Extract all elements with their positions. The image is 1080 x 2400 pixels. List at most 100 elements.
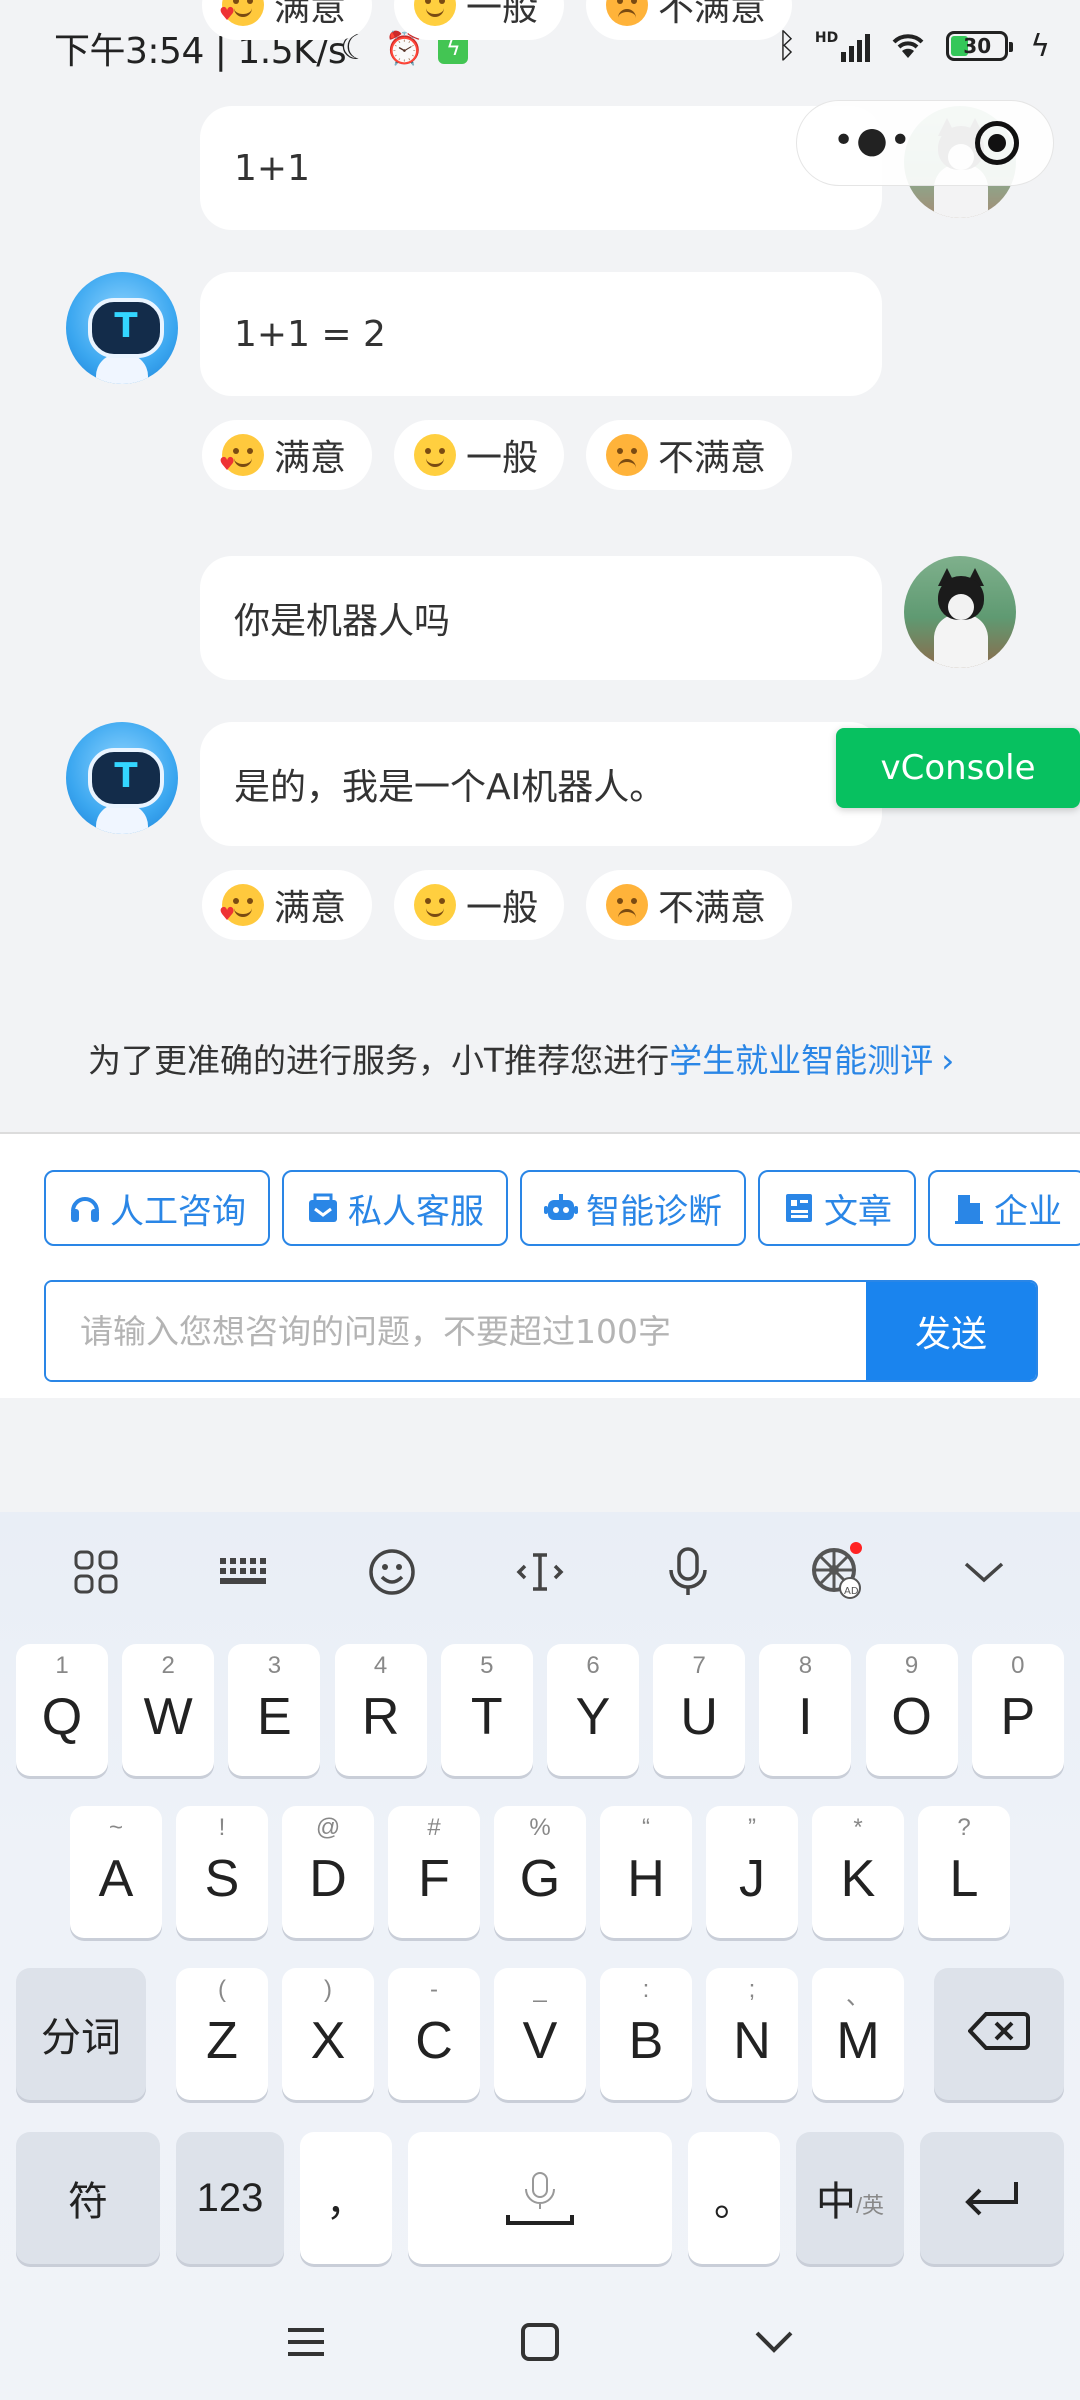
rating-unsatisfied-button[interactable]: 不满意	[586, 420, 793, 490]
key-u[interactable]: 7U	[653, 1644, 746, 1776]
quick-action-human-consult[interactable]: 人工咨询	[44, 1170, 270, 1246]
key-label: L	[949, 1850, 979, 1908]
soft-keyboard: AD 1Q2W3E4R5T6Y7U8I9O0P ~ A! S @ D # F% G “H” J * K…	[0, 1512, 1080, 2400]
period-key[interactable]: 。	[688, 2132, 780, 2264]
key-secondary-label: ;	[748, 1976, 756, 2003]
user-avatar[interactable]	[904, 556, 1016, 668]
key-j[interactable]: ” J	[706, 1806, 798, 1938]
key-label: Y	[575, 1688, 611, 1746]
key-label: A	[98, 1850, 134, 1908]
quick-actions-bar[interactable]: 人工咨询 私人客服 智能诊断 文章 企业	[44, 1170, 1080, 1246]
chevron-right-icon[interactable]: ›	[941, 1041, 954, 1080]
numbers-key[interactable]: 123	[176, 2132, 284, 2264]
user-message-bubble: 你是机器人吗	[200, 556, 882, 680]
rating-satisfied-button[interactable]: ♥ 满意	[202, 420, 373, 490]
apps-grid-icon[interactable]	[66, 1542, 126, 1602]
ferris-wheel-ad-icon[interactable]: AD	[806, 1542, 866, 1602]
key-secondary-label: 1	[55, 1652, 69, 1679]
segment-key[interactable]: 分词	[16, 1968, 146, 2100]
key-a[interactable]: ~ A	[70, 1806, 162, 1938]
quick-action-private-service[interactable]: 私人客服	[282, 1170, 508, 1246]
rating-satisfied-button[interactable]: ♥ 满意	[202, 870, 373, 940]
bot-message-bubble: 1+1 = 2	[200, 272, 882, 396]
quick-action-enterprise[interactable]: 企业	[928, 1170, 1080, 1246]
key-z[interactable]: (Z	[176, 1968, 268, 2100]
key-label: P	[1000, 1688, 1036, 1746]
back-chevron-icon[interactable]	[744, 2312, 804, 2372]
key-secondary-label: @	[315, 1814, 341, 1841]
satisfied-emoji-icon: ♥	[219, 434, 264, 476]
key-secondary-label: 6	[586, 1652, 600, 1679]
key-label: N	[733, 2012, 771, 2070]
menu-icon[interactable]	[276, 2312, 336, 2372]
message-text: 是的，我是一个AI机器人。	[234, 767, 666, 808]
unsatisfied-emoji-icon	[606, 0, 649, 26]
space-mic-icon	[506, 2172, 574, 2225]
rating-unsatisfied-button[interactable]: 不满意	[586, 870, 793, 940]
key-w[interactable]: 2W	[122, 1644, 215, 1776]
space-key[interactable]	[408, 2132, 672, 2264]
quick-action-smart-diagnosis[interactable]: 智能诊断	[520, 1170, 746, 1246]
unsatisfied-emoji-icon	[606, 884, 649, 926]
key-n[interactable]: ; N	[706, 1968, 798, 2100]
home-icon[interactable]	[510, 2312, 570, 2372]
vconsole-button[interactable]: vConsole	[836, 728, 1080, 808]
enter-key[interactable]	[920, 2132, 1064, 2264]
rating-unsatisfied-button[interactable]: 不满意	[586, 0, 793, 40]
key-f[interactable]: # F	[388, 1806, 480, 1938]
key-h[interactable]: “H	[600, 1806, 692, 1938]
bot-avatar[interactable]: T	[66, 272, 178, 384]
key-b[interactable]: :B	[600, 1968, 692, 2100]
backspace-key[interactable]	[934, 1968, 1064, 2100]
key-s[interactable]: ! S	[176, 1806, 268, 1938]
key-label: W	[143, 1688, 193, 1746]
key-k[interactable]: * K	[812, 1806, 904, 1938]
key-secondary-label: ?	[957, 1814, 971, 1841]
rating-neutral-button[interactable]: 一般	[394, 0, 565, 40]
microphone-icon[interactable]	[658, 1542, 718, 1602]
keyboard-layout-icon[interactable]	[214, 1542, 274, 1602]
key-e[interactable]: 3E	[228, 1644, 321, 1776]
key-i[interactable]: 8I	[759, 1644, 852, 1776]
rating-neutral-button[interactable]: 一般	[394, 870, 565, 940]
key-label: V	[522, 2012, 558, 2070]
key-secondary-label: 4	[373, 1652, 388, 1679]
symbols-key[interactable]: 符	[16, 2132, 160, 2264]
key-g[interactable]: % G	[494, 1806, 586, 1938]
key-label: O	[891, 1688, 932, 1746]
more-menu-icon[interactable]: •●•	[833, 123, 913, 159]
quick-action-article[interactable]: 文章	[758, 1170, 916, 1246]
headphones-icon	[68, 1191, 102, 1225]
key-r[interactable]: 4R	[334, 1644, 427, 1776]
key-x[interactable]: ) X	[282, 1968, 374, 2100]
emoji-icon[interactable]	[362, 1542, 422, 1602]
key-q[interactable]: 1Q	[16, 1644, 108, 1776]
key-p[interactable]: 0P	[971, 1644, 1064, 1776]
rating-label: 一般	[466, 438, 539, 479]
close-target-icon[interactable]	[975, 121, 1019, 165]
keyboard-toolbar: AD	[0, 1512, 1080, 1632]
key-secondary-label: “	[642, 1814, 650, 1841]
key-t[interactable]: 5T	[440, 1644, 533, 1776]
key-o[interactable]: 9O	[865, 1644, 958, 1776]
bot-avatar[interactable]: T	[66, 722, 178, 834]
language-switch-key[interactable]: 中/英	[796, 2132, 904, 2264]
key-secondary-label: 8	[798, 1652, 813, 1679]
key-d[interactable]: @ D	[282, 1806, 374, 1938]
comma-key[interactable]: ，	[300, 2132, 392, 2264]
rating-neutral-button[interactable]: 一般	[394, 420, 565, 490]
satisfied-emoji-icon: ♥	[219, 0, 264, 26]
rating-satisfied-button[interactable]: ♥ 满意	[202, 0, 373, 40]
collapse-keyboard-icon[interactable]	[954, 1542, 1014, 1602]
key-y[interactable]: 6Y	[547, 1644, 639, 1776]
assessment-link[interactable]: 学生就业智能测评	[669, 1041, 933, 1080]
key-v[interactable]: _ V	[494, 1968, 586, 2100]
rating-label: 满意	[274, 0, 347, 29]
question-input[interactable]	[46, 1282, 866, 1380]
rating-label: 不满意	[658, 0, 767, 29]
key-c[interactable]: -C	[388, 1968, 480, 2100]
key-m[interactable]: 、 M	[812, 1968, 904, 2100]
cursor-move-icon[interactable]	[510, 1542, 570, 1602]
key-l[interactable]: ? L	[918, 1806, 1010, 1938]
send-button[interactable]: 发送	[866, 1282, 1036, 1380]
